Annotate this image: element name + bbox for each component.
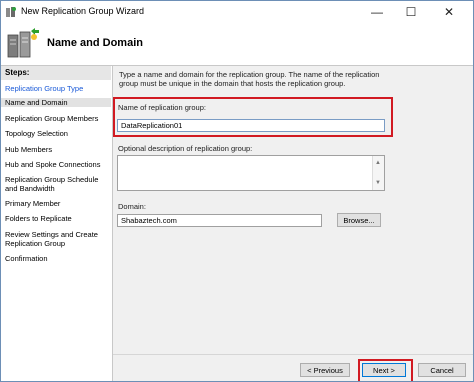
name-label: Name of replication group: [118,103,206,112]
optional-description-label: Optional description of replication grou… [118,144,253,153]
step-confirmation: Confirmation [5,254,48,263]
domain-label: Domain: [118,202,146,211]
replication-group-name-input[interactable]: DataReplication01 [117,119,385,132]
domain-input[interactable]: Shabaztech.com [117,214,322,227]
scroll-down-icon[interactable]: ▼ [375,177,381,189]
step-hub-and-spoke-connections: Hub and Spoke Connections [5,160,101,169]
steps-sidebar: Steps: Replication Group Type Name and D… [1,66,111,381]
main-panel: Type a name and domain for the replicati… [112,66,473,381]
step-replication-group-members: Replication Group Members [5,114,99,123]
page-title: Name and Domain [47,37,143,49]
steps-label: Steps: [1,66,111,80]
maximize-button[interactable]: ☐ [397,1,425,23]
replication-app-icon [6,7,16,17]
step-schedule-and-bandwidth: Replication Group Schedule and Bandwidth [5,175,99,193]
step-topology-selection: Topology Selection [5,129,68,138]
step-folders-to-replicate: Folders to Replicate [5,214,72,223]
wizard-footer: < Previous Next > Cancel [113,354,473,381]
cancel-button[interactable]: Cancel [418,363,466,377]
instructions-text: Type a name and domain for the replicati… [119,70,380,88]
step-primary-member: Primary Member [5,199,61,208]
wizard-window: New Replication Group Wizard — ☐ ✕ Name … [0,0,474,382]
title-bar: New Replication Group Wizard — ☐ ✕ [1,1,473,23]
description-textarea[interactable]: ▲ ▼ [117,155,385,191]
scroll-up-icon[interactable]: ▲ [375,157,381,169]
minimize-button[interactable]: — [363,1,391,23]
window-title: New Replication Group Wizard [21,6,145,16]
step-hub-members: Hub Members [5,145,53,154]
step-name-and-domain[interactable]: Name and Domain [1,98,111,107]
step-replication-group-type[interactable]: Replication Group Type [5,84,109,93]
wizard-header: Name and Domain [1,23,473,66]
description-scrollbar[interactable]: ▲ ▼ [372,156,384,190]
previous-button[interactable]: < Previous [300,363,350,377]
server-replication-icon [7,28,39,58]
next-button[interactable]: Next > [362,363,406,377]
close-button[interactable]: ✕ [435,1,463,23]
browse-button[interactable]: Browse... [337,213,381,227]
step-review-settings: Review Settings and Create Replication G… [5,230,98,248]
